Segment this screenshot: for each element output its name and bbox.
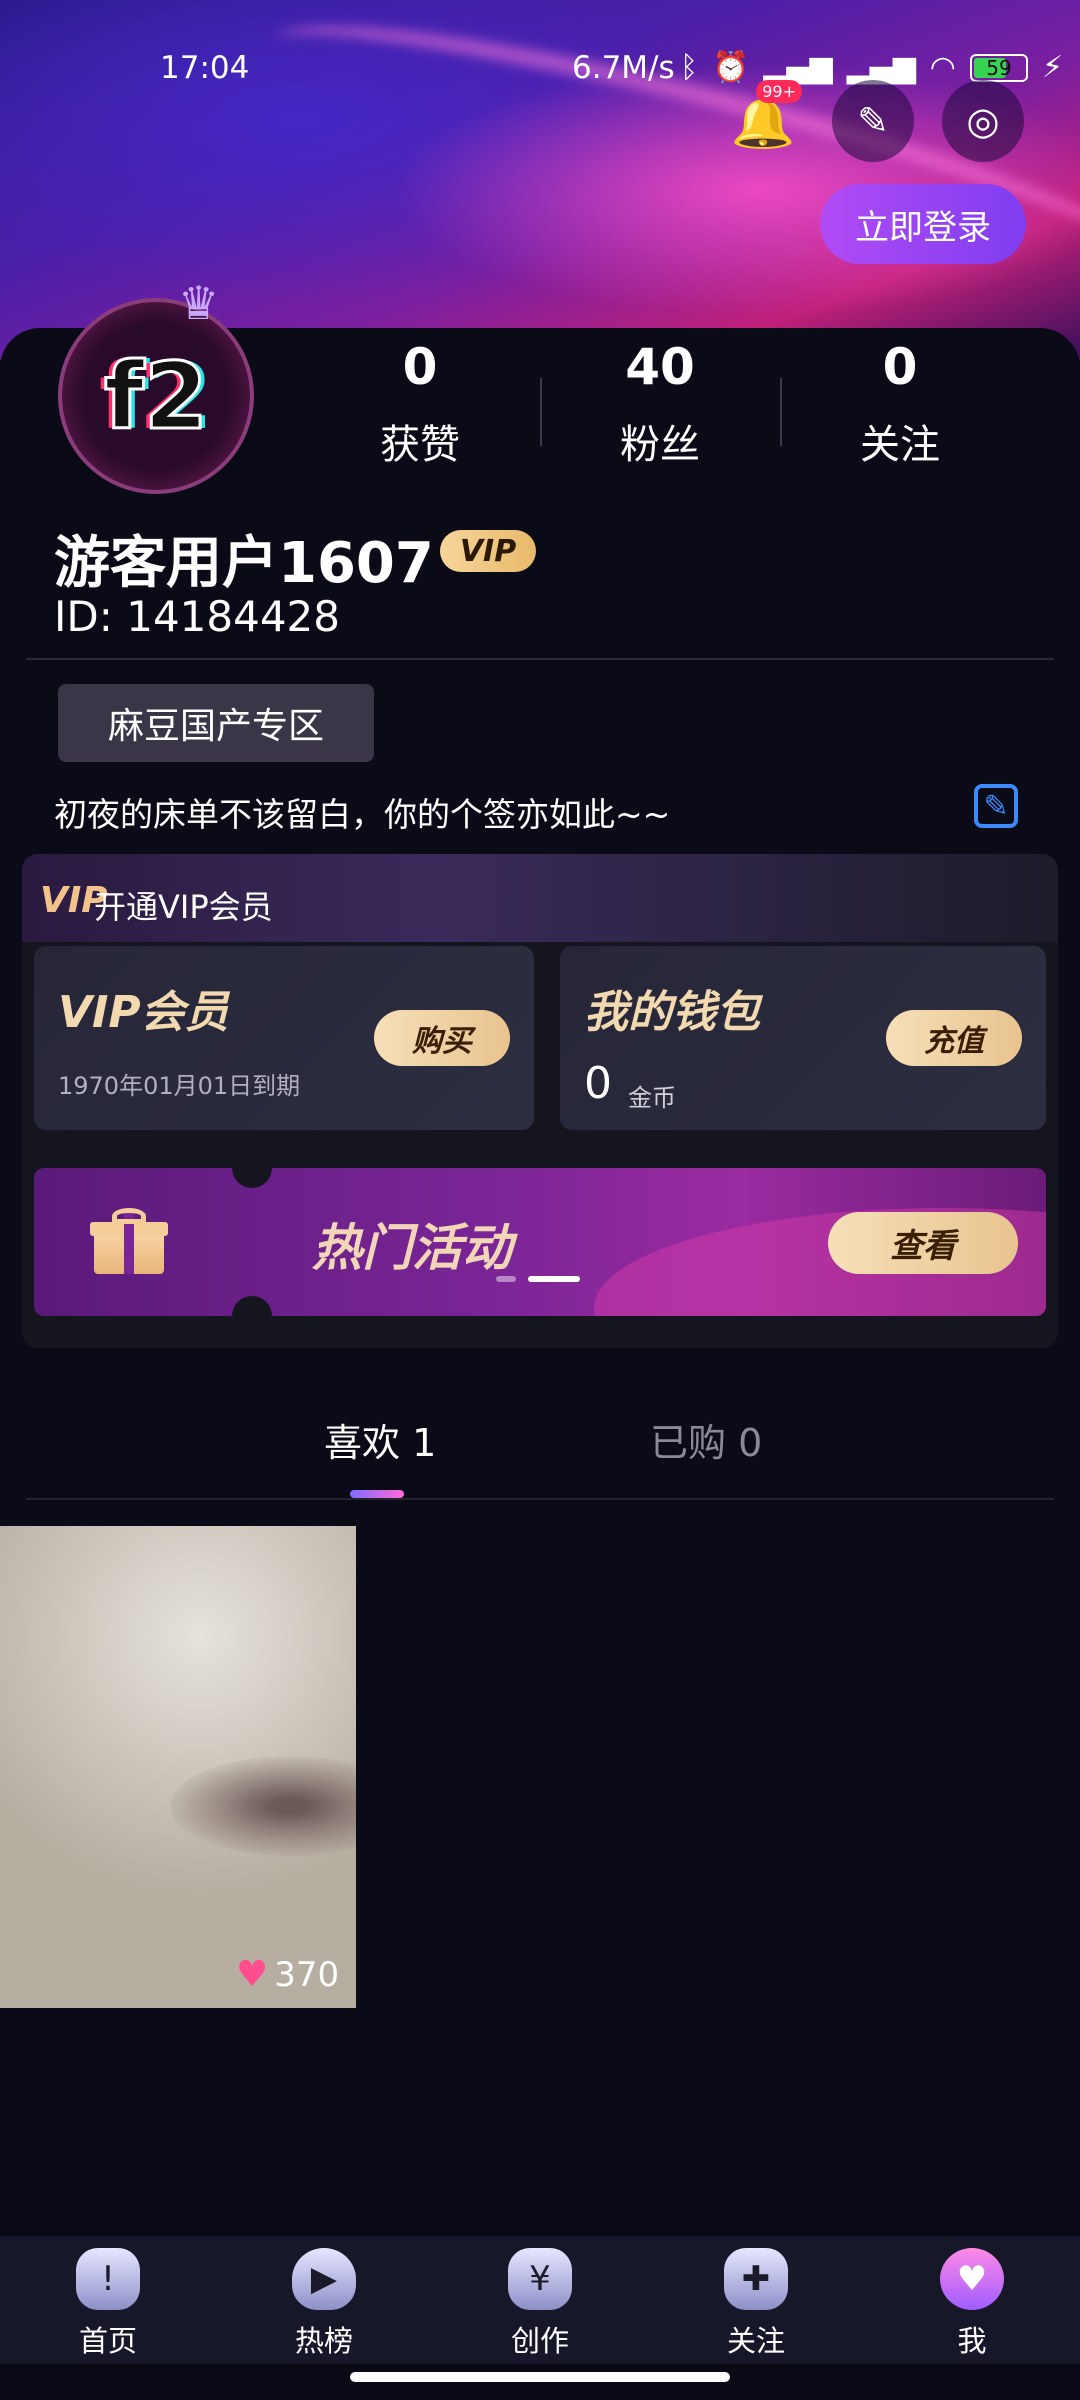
header-actions: 🔔 99+ ✎ ◎ [722, 80, 1024, 162]
stat-likes[interactable]: 0 获赞 [300, 338, 540, 470]
vip-expiry: 1970年01月01日到期 [58, 1072, 301, 1100]
nav-label: 热榜 [294, 2324, 353, 2358]
gear-icon: ◎ [966, 99, 1000, 143]
bottom-nav: ! 首页 ▶ 热榜 ¥ 创作 ✚ 关注 ♥ 我 [0, 2236, 1080, 2364]
tab-purchased[interactable]: 已购 0 [650, 1412, 762, 1467]
signature-text: 初夜的床单不该留白，你的个签亦如此~~ [54, 795, 671, 834]
recharge-button[interactable]: 充值 [886, 1010, 1022, 1066]
stat-value: 0 [882, 338, 918, 396]
home-indicator [350, 2372, 730, 2382]
zone-button[interactable]: 麻豆国产专区 [58, 684, 374, 762]
wallet-unit: 金币 [628, 1084, 676, 1112]
hot-activity-title: 热门活动 [312, 1219, 512, 1277]
banner-notch-top [232, 1168, 272, 1188]
wallet-title: 我的钱包 [584, 987, 760, 1038]
notification-button[interactable]: 🔔 99+ [722, 80, 804, 162]
profile-stats: 0 获赞 40 粉丝 0 关注 [300, 338, 1020, 470]
nav-label: 首页 [78, 2324, 137, 2358]
settings-button[interactable]: ◎ [942, 80, 1024, 162]
divider [26, 658, 1054, 660]
like-count: 370 [274, 1954, 340, 1995]
banner-notch-bottom [232, 1296, 272, 1316]
divider [26, 1498, 1054, 1500]
nav-label: 创作 [510, 2324, 569, 2358]
charging-icon: ⚡ [1041, 50, 1064, 85]
avatar[interactable]: f2 [58, 298, 254, 494]
tab-likes[interactable]: 喜欢 1 [324, 1412, 436, 1467]
vip-member-card[interactable]: VIP会员 1970年01月01日到期 购买 [34, 946, 534, 1130]
carousel-dots [496, 1276, 580, 1282]
carousel-dot [496, 1276, 516, 1282]
stat-label: 关注 [860, 422, 940, 468]
nav-me[interactable]: ♥ 我 [864, 2236, 1080, 2364]
username: 游客用户1607 [54, 531, 434, 596]
bluetooth-icon: ᛒ [680, 50, 698, 85]
edit-icon: ✎ [857, 99, 889, 143]
me-icon: ♥ [940, 2248, 1004, 2310]
buy-button[interactable]: 购买 [374, 1010, 510, 1066]
stat-value: 40 [625, 338, 695, 396]
network-speed: 6.7M/s [572, 50, 675, 86]
nav-trending[interactable]: ▶ 热榜 [216, 2236, 432, 2364]
vip-badge: VIP [440, 530, 536, 572]
hot-activity-banner[interactable]: 热门活动 查看 [34, 1168, 1046, 1316]
nav-home[interactable]: ! 首页 [0, 2236, 216, 2364]
stat-fans[interactable]: 40 粉丝 [540, 338, 780, 470]
user-id: ID: 14184428 [54, 592, 341, 641]
thumbnail-image-detail [170, 1756, 356, 1856]
edit-signature-icon[interactable]: ✎ [974, 784, 1018, 828]
nav-follow[interactable]: ✚ 关注 [648, 2236, 864, 2364]
gift-icon [90, 1208, 168, 1274]
nav-label: 我 [957, 2324, 987, 2358]
vip-member-title: VIP会员 [58, 987, 229, 1038]
heart-icon: ♥ [236, 1954, 269, 1995]
battery-icon: 59 [969, 53, 1028, 82]
login-button[interactable]: 立即登录 [820, 184, 1026, 264]
view-button[interactable]: 查看 [828, 1212, 1018, 1274]
carousel-dot-active [528, 1276, 580, 1282]
home-icon: ! [76, 2248, 140, 2310]
tab-indicator [350, 1490, 404, 1498]
wallet-card[interactable]: 我的钱包 0 金币 充值 [560, 946, 1046, 1130]
follow-icon: ✚ [724, 2248, 788, 2310]
create-icon: ¥ [508, 2248, 572, 2310]
nav-label: 关注 [726, 2324, 785, 2358]
stat-value: 0 [402, 338, 438, 396]
stat-label: 获赞 [380, 422, 460, 468]
edit-profile-button[interactable]: ✎ [832, 80, 914, 162]
notification-badge: 99+ [756, 80, 802, 103]
video-likes: ♥ 370 [236, 1954, 339, 1995]
status-time: 17:04 [160, 50, 250, 86]
wallet-amount: 0 [584, 1058, 612, 1109]
stat-following[interactable]: 0 关注 [780, 338, 1020, 470]
crown-icon: ♛ [178, 276, 220, 330]
nav-create[interactable]: ¥ 创作 [432, 2236, 648, 2364]
stat-label: 粉丝 [620, 422, 700, 468]
avatar-logo: f2 [102, 341, 209, 451]
vip-open-label[interactable]: 开通VIP会员 [94, 882, 273, 928]
video-thumbnail[interactable]: ♥ 370 [0, 1526, 356, 2008]
trending-icon: ▶ [292, 2248, 356, 2310]
